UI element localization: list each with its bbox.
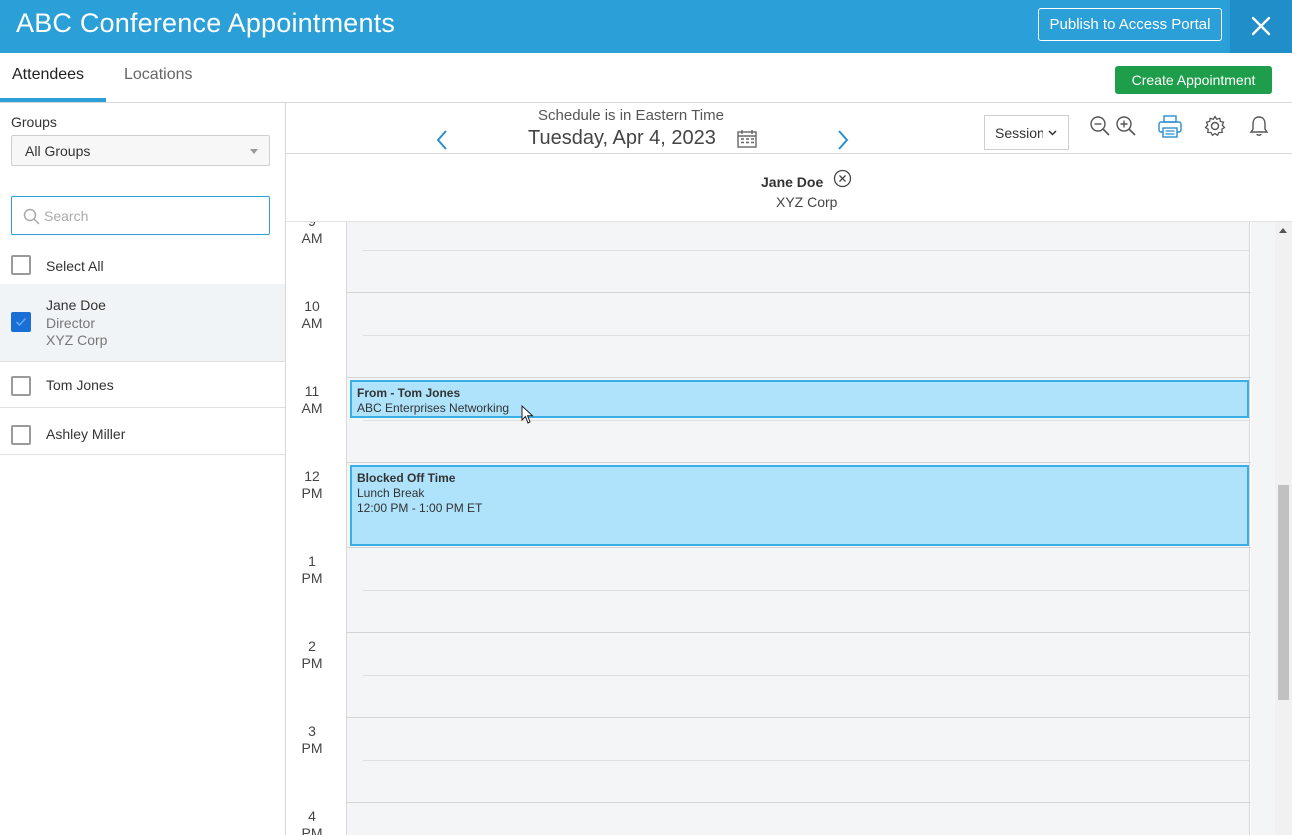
sessions-dropdown[interactable]: Sessions xyxy=(984,115,1069,150)
scrollbar-thumb[interactable] xyxy=(1278,485,1289,700)
appointment-subtitle: Lunch Break xyxy=(357,486,425,500)
attendee-row[interactable]: Tom Jones xyxy=(0,362,285,408)
search-icon xyxy=(23,208,40,225)
attendee-name: Ashley Miller xyxy=(46,426,126,442)
half-hour-line xyxy=(363,420,1250,421)
column-attendee-company: XYZ Corp xyxy=(776,194,838,210)
active-tab-indicator xyxy=(0,98,106,102)
appointment-title: Blocked Off Time xyxy=(357,471,456,485)
half-hour-line xyxy=(363,590,1250,591)
column-attendee-name: Jane Doe xyxy=(761,174,824,190)
zoom-in-icon[interactable] xyxy=(1115,115,1137,137)
time-label: 11 AM xyxy=(301,383,323,416)
groups-dropdown-value: All Groups xyxy=(25,143,91,159)
schedule-header: Schedule is in Eastern Time Tuesday, Apr… xyxy=(286,103,1292,154)
mouse-pointer-icon xyxy=(521,405,534,424)
appointment-title: From - Tom Jones xyxy=(357,386,461,400)
time-label: 4 PM xyxy=(301,808,323,835)
current-date: Tuesday, Apr 4, 2023 xyxy=(528,127,716,149)
attendee-company: XYZ Corp xyxy=(46,332,108,348)
time-label: 2 PM xyxy=(301,638,323,671)
hour-line xyxy=(347,462,1276,463)
close-button[interactable] xyxy=(1230,0,1292,53)
search-input[interactable] xyxy=(44,205,259,227)
tab-locations[interactable]: Locations xyxy=(124,66,193,84)
half-hour-line xyxy=(363,335,1250,336)
vertical-scrollbar[interactable] xyxy=(1275,222,1292,835)
half-hour-line xyxy=(363,675,1250,676)
create-appointment-button[interactable]: Create Appointment xyxy=(1115,66,1272,94)
attendee-row[interactable]: Ashley Miller xyxy=(0,408,285,455)
hour-line xyxy=(347,547,1276,548)
time-label: 3 PM xyxy=(301,723,323,756)
attendee-checkbox-checked[interactable] xyxy=(11,312,31,332)
tab-bar: Attendees Locations Create Appointment xyxy=(0,53,1292,103)
checkmark-icon xyxy=(15,317,27,327)
attendee-sidebar: Groups All Groups Select All Jane Doe Di… xyxy=(0,103,286,835)
attendee-name: Tom Jones xyxy=(46,377,114,393)
attendee-checkbox[interactable] xyxy=(11,425,31,445)
groups-label: Groups xyxy=(11,114,57,130)
remove-attendee-icon[interactable] xyxy=(833,169,852,188)
time-label: 10 AM xyxy=(301,298,323,331)
close-icon xyxy=(1251,16,1271,36)
attendee-column-header: Jane Doe XYZ Corp xyxy=(286,154,1292,222)
blocked-time-block[interactable]: Blocked Off Time Lunch Break 12:00 PM - … xyxy=(350,465,1249,546)
app-title: ABC Conference Appointments xyxy=(16,8,396,38)
select-all-label: Select All xyxy=(46,258,104,274)
app-header: ABC Conference Appointments Publish to A… xyxy=(0,0,1292,53)
appointment-time: 12:00 PM - 1:00 PM ET xyxy=(357,501,483,515)
appointment-block[interactable]: From - Tom Jones ABC Enterprises Network… xyxy=(350,380,1249,418)
time-label: 12 PM xyxy=(301,468,323,501)
settings-gear-icon[interactable] xyxy=(1204,115,1226,137)
select-all-row[interactable]: Select All xyxy=(0,245,285,285)
hour-line xyxy=(347,377,1276,378)
hour-line xyxy=(347,632,1276,633)
chevron-down-icon xyxy=(1048,130,1057,136)
caret-down-icon xyxy=(250,149,258,154)
previous-day-arrow-icon[interactable] xyxy=(436,130,448,150)
sessions-dropdown-value: Sessions xyxy=(995,125,1043,141)
attendee-name: Jane Doe xyxy=(46,297,106,313)
scroll-up-arrow-icon[interactable] xyxy=(1279,228,1287,233)
select-all-checkbox[interactable] xyxy=(11,255,31,275)
half-hour-line xyxy=(363,760,1250,761)
hour-line xyxy=(347,292,1276,293)
notification-bell-icon[interactable] xyxy=(1249,115,1269,137)
appointment-subtitle: ABC Enterprises Networking xyxy=(357,401,510,415)
grid-right-gutter xyxy=(1251,222,1275,835)
hour-line xyxy=(347,802,1276,803)
time-label: 9AM xyxy=(301,222,323,246)
tab-attendees[interactable]: Attendees xyxy=(12,66,84,84)
groups-dropdown[interactable]: All Groups xyxy=(11,135,270,166)
time-label: 1 PM xyxy=(301,553,323,586)
hour-line xyxy=(347,717,1276,718)
search-box[interactable] xyxy=(11,196,270,235)
print-icon[interactable] xyxy=(1158,115,1182,138)
half-hour-line xyxy=(363,250,1250,251)
zoom-out-icon[interactable] xyxy=(1089,115,1111,137)
timezone-note: Schedule is in Eastern Time xyxy=(538,107,724,124)
attendee-title: Director xyxy=(46,315,96,331)
attendee-row[interactable]: Jane Doe Director XYZ Corp xyxy=(0,284,285,362)
attendee-checkbox[interactable] xyxy=(11,376,31,396)
publish-to-access-portal-button[interactable]: Publish to Access Portal xyxy=(1038,8,1222,41)
time-column: 9AM 10AM 11AM 12PM 1PM 2PM 3PM 4PM xyxy=(286,222,347,835)
calendar-icon[interactable] xyxy=(737,129,757,148)
schedule-grid: 9AM 10AM 11AM 12PM 1PM 2PM 3PM 4PM From … xyxy=(286,222,1292,835)
next-day-arrow-icon[interactable] xyxy=(837,130,849,150)
